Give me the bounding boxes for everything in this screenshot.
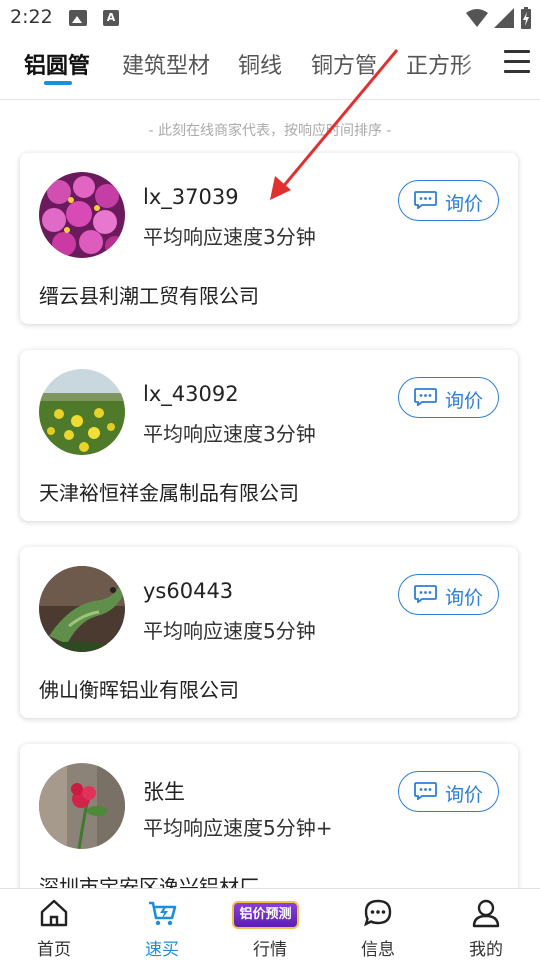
nav-market-label: 行情 [253,940,287,960]
response-speed: 平均响应速度3分钟 [143,422,316,446]
bottom-nav: 首页 速买 铝价预测 行情 信息 我的 [0,888,540,960]
status-time: 2:22 [10,6,53,28]
status-indicators [466,7,532,29]
active-tab-indicator [44,81,72,85]
inquire-button[interactable]: 询价 [398,180,499,221]
response-speed: 平均响应速度5分钟+ [143,816,333,840]
gallery-notification-icon [69,10,87,26]
nav-home[interactable]: 首页 [0,889,108,960]
quick-buy-icon [149,901,177,926]
merchant-list: ▔▔▔▔▔▔▔▔▔▔▔▔▔ - 此刻在线商家代表，按响应时间排序 - lx_37… [0,100,540,888]
avatar [39,172,125,258]
company-name: 深圳市宝安区逸兴铝材厂 [39,875,259,888]
message-icon [414,585,437,603]
profile-icon [472,899,500,928]
battery-icon [521,7,531,29]
nav-quick-buy[interactable]: 速买 [108,889,216,960]
tabs-fade [462,36,496,98]
message-icon [414,388,437,406]
inquire-label: 询价 [445,193,484,215]
menu-icon [504,50,530,53]
price-forecast-badge: 铝价预测 [232,901,299,929]
merchant-name: ys60443 [143,579,234,603]
merchant-card[interactable]: lx_43092 平均响应速度3分钟 天津裕恒祥金属制品有限公司 询价 [20,350,518,521]
nav-profile[interactable]: 我的 [432,889,540,960]
merchant-card[interactable]: ys60443 平均响应速度5分钟 佛山衡晖铝业有限公司 询价 [20,547,518,718]
nav-messages[interactable]: 信息 [324,889,432,960]
home-icon [40,899,68,927]
company-name: 天津裕恒祥金属制品有限公司 [39,481,299,505]
accessibility-notification-icon: A [103,10,119,26]
signal-icon [494,8,514,28]
inquire-label: 询价 [445,587,484,609]
inquire-button[interactable]: 询价 [398,771,499,812]
tab-copper-wire[interactable]: 铜线 [238,48,282,80]
tab-aluminum-round-tube[interactable]: 铝圆管 [24,48,90,80]
section-heading-clipped: ▔▔▔▔▔▔▔▔▔▔▔▔▔ [120,100,420,108]
nav-home-label: 首页 [37,940,71,960]
merchant-card[interactable]: 张生 平均响应速度5分钟+ 深圳市宝安区逸兴铝材厂 询价 [20,744,518,888]
tab-copper-square-tube[interactable]: 铜方管 [311,48,377,80]
message-icon [414,782,437,800]
message-icon [414,191,437,209]
company-name: 佛山衡晖铝业有限公司 [39,678,239,702]
avatar [39,369,125,455]
section-subtitle: - 此刻在线商家代表，按响应时间排序 - [148,123,392,139]
response-speed: 平均响应速度5分钟 [143,619,316,643]
tab-building-profiles[interactable]: 建筑型材 [122,48,210,80]
category-tabs: 铝圆管 建筑型材 铜线 铜方管 正方形 [0,36,540,100]
response-speed: 平均响应速度3分钟 [143,225,316,249]
status-bar: 2:22 A [0,0,540,36]
inquire-label: 询价 [445,784,484,806]
inquire-button[interactable]: 询价 [398,574,499,615]
company-name: 缙云县利潮工贸有限公司 [39,284,259,308]
menu-button[interactable] [496,36,540,98]
chat-icon [364,899,392,927]
merchant-card[interactable]: lx_37039 平均响应速度3分钟 缙云县利潮工贸有限公司 询价 [20,153,518,324]
inquire-label: 询价 [445,390,484,412]
wifi-icon [466,9,488,27]
nav-messages-label: 信息 [361,940,395,960]
nav-quick-buy-label: 速买 [145,940,179,960]
merchant-name: 张生 [143,780,185,804]
avatar [39,763,125,849]
inquire-button[interactable]: 询价 [398,377,499,418]
merchant-name: lx_37039 [143,185,239,209]
nav-profile-label: 我的 [469,940,503,960]
merchant-name: lx_43092 [143,382,239,406]
avatar [39,566,125,652]
nav-market[interactable]: 铝价预测 行情 [216,889,324,960]
